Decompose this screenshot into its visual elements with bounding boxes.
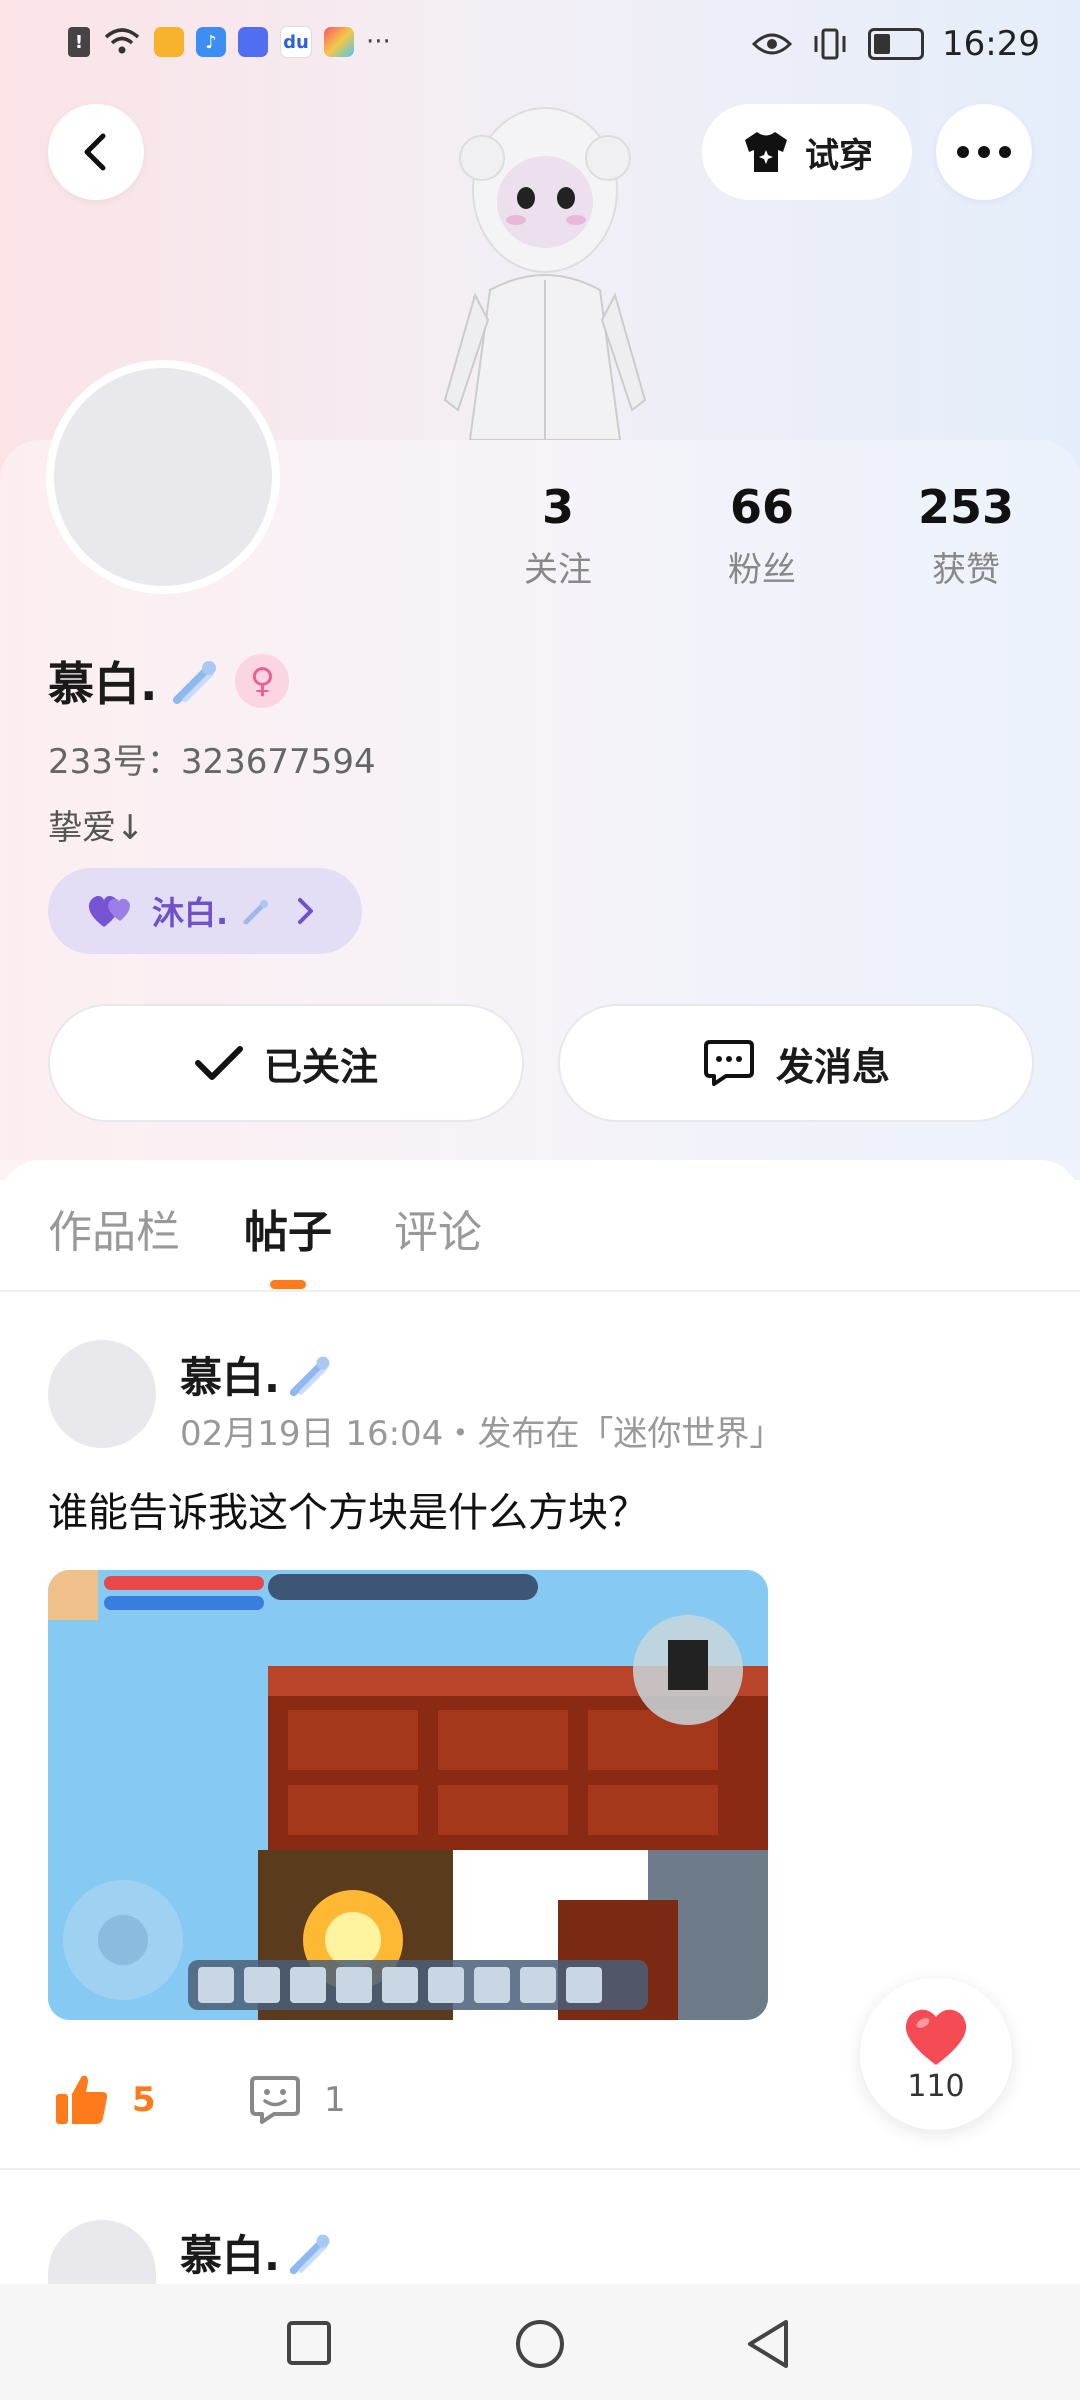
comet-sticker-small-icon bbox=[243, 900, 269, 925]
thumbs-up-icon bbox=[56, 2075, 108, 2124]
chevron-right-icon bbox=[298, 898, 314, 924]
floating-heart-button[interactable]: 110 bbox=[860, 1978, 1012, 2130]
stat-likes: 253 获赞 bbox=[896, 480, 1036, 591]
relation-badge[interactable]: 沐白. bbox=[48, 868, 362, 954]
back-nav-icon[interactable] bbox=[744, 2318, 792, 2370]
female-gender-icon: ♀ bbox=[235, 654, 290, 708]
profile-avatar[interactable] bbox=[46, 360, 280, 594]
post-meta: 02月19日 16:04・发布在「迷你世界」 bbox=[180, 1414, 784, 1454]
heart-icon bbox=[905, 2009, 967, 2065]
tab-works[interactable]: 作品栏 bbox=[48, 1196, 180, 1260]
next-post-author-name[interactable]: 慕白. bbox=[180, 2222, 280, 2283]
clock: 16:29 bbox=[942, 24, 1040, 64]
likes-received-label: 获赞 bbox=[932, 550, 1000, 590]
followers-count: 66 bbox=[729, 480, 794, 534]
like-count: 5 bbox=[132, 2080, 156, 2120]
more-notifications-icon: ··· bbox=[366, 27, 391, 57]
next-post-author-row: 慕白. bbox=[180, 2222, 334, 2283]
comet-sticker-icon bbox=[173, 661, 217, 704]
user-name: 慕白. bbox=[48, 657, 158, 711]
back-button[interactable] bbox=[48, 104, 144, 200]
stat-following[interactable]: 3 关注 bbox=[488, 480, 628, 591]
post-divider bbox=[0, 2168, 1080, 2170]
comet-sticker-icon bbox=[289, 2234, 330, 2274]
send-message-button[interactable]: 发消息 bbox=[558, 1004, 1034, 1122]
active-tab-indicator bbox=[270, 1280, 306, 1289]
tabs-divider bbox=[0, 1290, 1080, 1292]
double-heart-icon bbox=[88, 895, 130, 927]
send-message-label: 发消息 bbox=[775, 1044, 890, 1089]
user-id: 233号：323677594 bbox=[48, 742, 376, 782]
home-icon[interactable] bbox=[514, 2318, 566, 2370]
post-author-avatar[interactable] bbox=[48, 1340, 156, 1448]
floating-heart-count: 110 bbox=[907, 2068, 965, 2104]
post-image[interactable] bbox=[48, 1570, 768, 2020]
mail-app-icon bbox=[238, 27, 268, 57]
tab-comments[interactable]: 评论 bbox=[394, 1196, 482, 1260]
followed-button[interactable]: 已关注 bbox=[48, 1004, 524, 1122]
comment-button[interactable]: 1 bbox=[248, 2074, 346, 2126]
app-icon bbox=[324, 27, 354, 57]
try-on-label: 试穿 bbox=[805, 135, 873, 176]
battery-icon bbox=[868, 28, 925, 60]
user-bio: 挚爱↓ bbox=[48, 808, 145, 848]
tab-posts[interactable]: 帖子 bbox=[244, 1196, 332, 1260]
followers-label: 粉丝 bbox=[728, 550, 796, 590]
game-screenshot bbox=[48, 1570, 768, 2020]
chat-bubble-icon bbox=[703, 1040, 754, 1086]
shirt-icon bbox=[745, 132, 787, 172]
avatar-3d-figure bbox=[443, 107, 647, 440]
baidu-icon: du bbox=[280, 26, 312, 58]
more-dots-icon bbox=[957, 146, 1011, 158]
following-count: 3 bbox=[541, 480, 574, 534]
relation-name: 沐白. bbox=[152, 894, 229, 932]
chevron-left-icon bbox=[84, 133, 106, 171]
system-status: 16:29 bbox=[752, 24, 1040, 64]
app-notification-icon bbox=[154, 27, 184, 57]
like-button[interactable]: 5 bbox=[54, 2074, 156, 2126]
checkmark-icon bbox=[194, 1046, 243, 1080]
likes-received-count: 253 bbox=[917, 480, 1015, 534]
followed-label: 已关注 bbox=[263, 1044, 378, 1089]
post-author-name[interactable]: 慕白. bbox=[180, 1344, 280, 1405]
following-label: 关注 bbox=[524, 550, 592, 590]
post-text[interactable]: 谁能告诉我这个方块是什么方块？ bbox=[48, 1480, 648, 1538]
notification-icons: ! ♪ du ··· bbox=[68, 26, 391, 58]
more-options-button[interactable] bbox=[936, 104, 1032, 200]
status-bar: ! ♪ du ··· 16:29 bbox=[0, 0, 1080, 92]
vibrate-icon bbox=[814, 28, 846, 60]
try-on-button[interactable]: 试穿 bbox=[702, 104, 912, 200]
music-icon: ♪ bbox=[196, 27, 226, 57]
eye-comfort-icon bbox=[752, 33, 793, 55]
wifi-icon bbox=[104, 28, 140, 54]
comment-face-icon bbox=[250, 2076, 300, 2124]
name-row: 慕白. ♀ bbox=[48, 648, 290, 714]
alert-icon: ! bbox=[68, 27, 90, 57]
post-author-row: 慕白. bbox=[180, 1344, 334, 1405]
stat-followers[interactable]: 66 粉丝 bbox=[692, 480, 832, 591]
system-nav-bar bbox=[0, 2284, 1080, 2400]
recent-apps-icon[interactable] bbox=[286, 2320, 332, 2366]
comet-sticker-icon bbox=[289, 1356, 330, 1396]
comment-count: 1 bbox=[324, 2080, 346, 2120]
